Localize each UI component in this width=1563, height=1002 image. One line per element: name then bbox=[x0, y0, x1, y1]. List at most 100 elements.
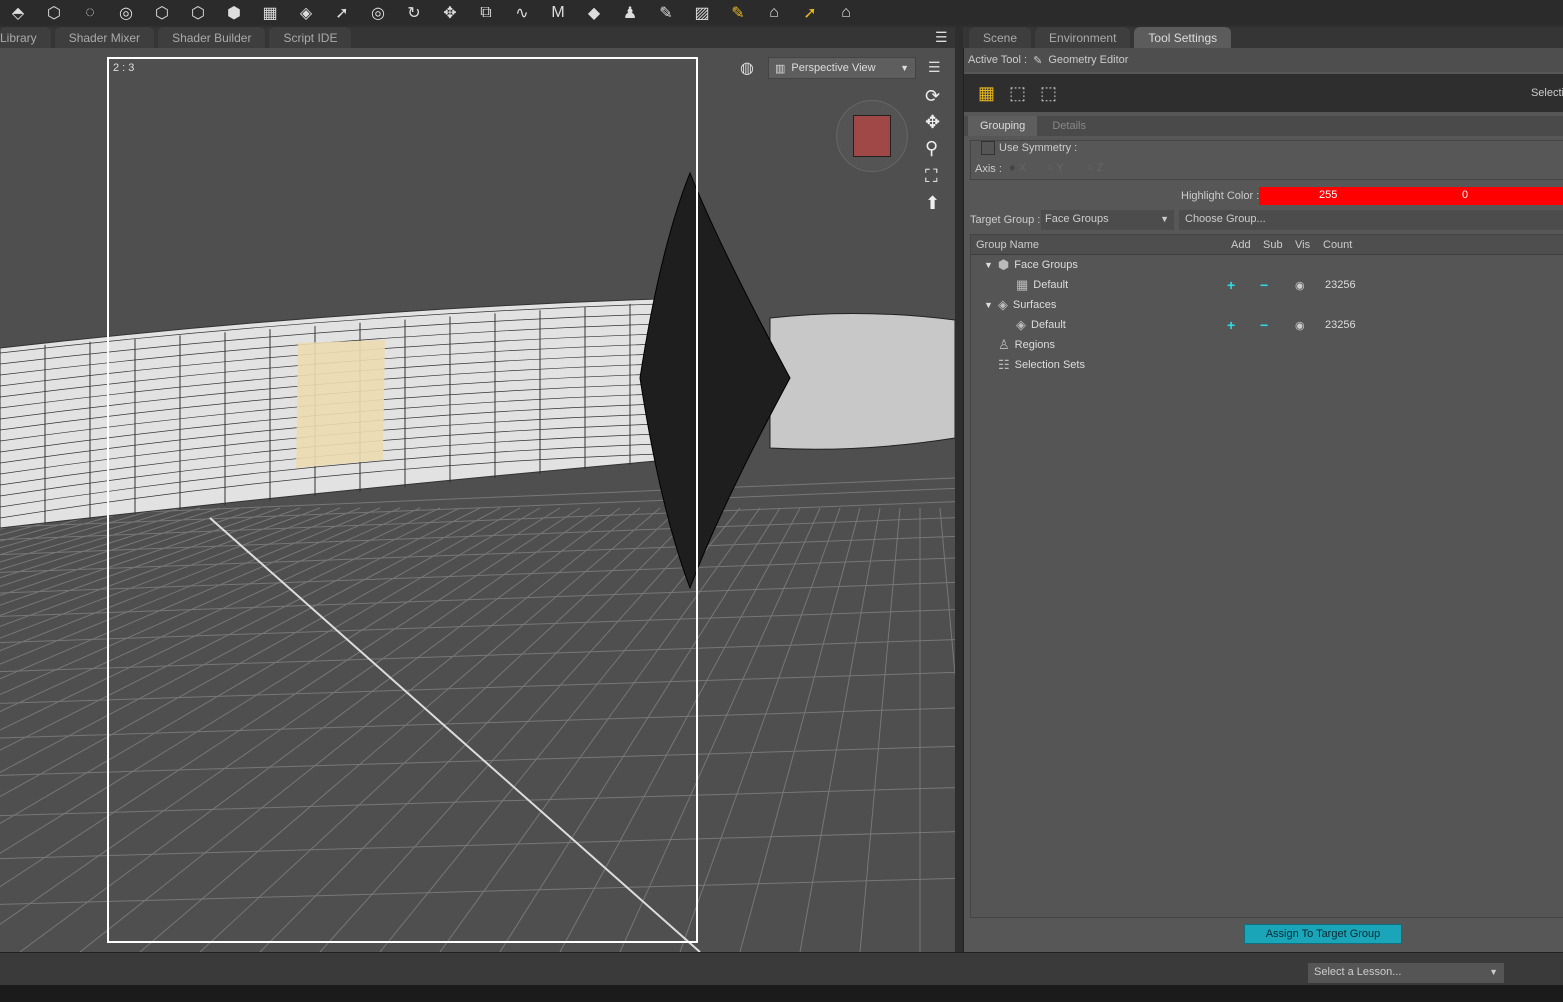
hatch-icon[interactable]: ▨ bbox=[684, 2, 720, 24]
surface-icon[interactable]: ◆ bbox=[576, 2, 612, 24]
axis-z-radio[interactable]: ○ Z bbox=[1087, 162, 1103, 174]
geometry-editor-icon[interactable]: ✎ bbox=[720, 2, 756, 24]
col-sub[interactable]: Sub bbox=[1263, 239, 1283, 251]
sub-button[interactable]: − bbox=[1260, 317, 1268, 333]
tree-row[interactable]: ◈ Default + − ◉ 23256 bbox=[971, 315, 1561, 335]
add-button[interactable]: + bbox=[1227, 277, 1235, 293]
assign-to-target-group-button[interactable]: Assign To Target Group bbox=[1244, 924, 1402, 944]
grid-icon[interactable]: ▦ bbox=[252, 2, 288, 24]
tab-scene[interactable]: Scene bbox=[969, 27, 1032, 48]
use-symmetry-checkbox[interactable] bbox=[981, 141, 995, 155]
table-header: Group Name Add Sub Vis Count bbox=[971, 235, 1563, 255]
visibility-eye-icon[interactable]: ◉ bbox=[1295, 279, 1305, 292]
node-select-icon[interactable]: ⬘ bbox=[0, 2, 36, 24]
col-vis[interactable]: Vis bbox=[1295, 239, 1310, 251]
translate-tool-icon[interactable]: ◎ bbox=[108, 2, 144, 24]
floor-grid-line bbox=[939, 507, 955, 675]
expand-arrow-icon[interactable]: ▼ bbox=[984, 260, 993, 270]
col-count[interactable]: Count bbox=[1323, 239, 1352, 251]
tab-shader-mixer[interactable]: Shader Mixer bbox=[54, 27, 155, 48]
tree-label: Face Groups bbox=[1014, 259, 1078, 271]
col-add[interactable]: Add bbox=[1231, 239, 1251, 251]
tab-shader-builder[interactable]: Shader Builder bbox=[158, 27, 266, 48]
tab-script-ide[interactable]: Script IDE bbox=[269, 27, 352, 48]
tree-row[interactable]: ♙ Regions bbox=[971, 335, 1561, 355]
view-cube[interactable] bbox=[836, 100, 908, 172]
handle bbox=[769, 312, 955, 450]
lesson-dropdown[interactable]: Select a Lesson... ▼ bbox=[1308, 963, 1504, 983]
zoom-icon[interactable]: ⚲ bbox=[925, 138, 938, 159]
bone-icon[interactable]: ∿ bbox=[504, 2, 540, 24]
sub-button[interactable]: − bbox=[1260, 277, 1268, 293]
universal-tool-icon[interactable]: ⬡ bbox=[36, 2, 72, 24]
3d-viewport[interactable]: 2 : 3 ◍ ▥ Perspective View ▼ ☰ ⟳ ✥ ⚲ ⛶ ⬆ bbox=[0, 48, 955, 952]
rotate-icon[interactable]: ↻ bbox=[396, 2, 432, 24]
lasso-select-icon[interactable]: ⬚ bbox=[1040, 83, 1057, 104]
rotate-tool-icon[interactable]: ◌ bbox=[72, 2, 108, 24]
axis-label: Axis : bbox=[975, 163, 1002, 175]
cube-icon: ⬢ bbox=[997, 257, 1010, 272]
pan-icon[interactable]: ✥ bbox=[925, 112, 940, 133]
pane-menu-icon[interactable]: ☰ bbox=[935, 29, 948, 46]
highlight-green-value: 0 bbox=[1462, 189, 1469, 201]
visibility-eye-icon[interactable]: ◉ bbox=[1295, 319, 1305, 332]
choose-group-field[interactable]: Choose Group... bbox=[1179, 210, 1563, 230]
joint-icon[interactable]: ⬡ bbox=[180, 2, 216, 24]
count-value: 23256 bbox=[1325, 319, 1356, 331]
selection-set-icon: ☷ bbox=[998, 357, 1010, 372]
view-dropdown[interactable]: ▥ Perspective View ▼ bbox=[768, 57, 916, 79]
target-group-dropdown[interactable]: Face Groups ▼ bbox=[1041, 210, 1174, 230]
tab-details[interactable]: Details bbox=[1040, 116, 1098, 136]
axis-y-radio[interactable]: ○ Y bbox=[1047, 162, 1064, 174]
selection-label: Selecti bbox=[1530, 87, 1563, 99]
add-button[interactable]: + bbox=[1227, 317, 1235, 333]
camera-icon[interactable]: ⌂ bbox=[756, 2, 792, 24]
chevron-down-icon: ▼ bbox=[1489, 967, 1498, 977]
camera-select-icon[interactable]: ◍ bbox=[740, 58, 754, 78]
tab-tool-settings[interactable]: Tool Settings bbox=[1134, 27, 1232, 48]
frame-icon[interactable]: ⛶ bbox=[925, 166, 938, 187]
orbit-icon[interactable]: ◈ bbox=[288, 2, 324, 24]
scale-icon[interactable]: ⧉ bbox=[468, 2, 504, 24]
chevron-down-icon: ▼ bbox=[1160, 214, 1169, 224]
tab-library[interactable]: Library bbox=[0, 27, 51, 48]
tree-row[interactable]: ☷ Selection Sets bbox=[971, 355, 1561, 375]
pose-tool-icon[interactable]: ⬡ bbox=[144, 2, 180, 24]
col-group-name[interactable]: Group Name bbox=[976, 239, 1039, 251]
select-all-icon[interactable]: ▦ bbox=[978, 83, 995, 104]
reset-view-icon[interactable]: ⬆ bbox=[925, 193, 940, 214]
active-tool-value: Geometry Editor bbox=[1048, 54, 1129, 66]
orbit-icon[interactable]: ⟳ bbox=[925, 86, 940, 107]
geometry-editor-icon: ✎ bbox=[1033, 54, 1043, 67]
axis-x-radio[interactable]: ● X bbox=[1009, 162, 1026, 174]
surface-icon: ◈ bbox=[997, 297, 1008, 312]
figure-icon[interactable]: ♟ bbox=[612, 2, 648, 24]
rect-select-icon[interactable]: ⬚ bbox=[1009, 83, 1026, 104]
target-group-label: Target Group : bbox=[970, 214, 1041, 226]
viewport-menu-icon[interactable]: ☰ bbox=[928, 59, 941, 76]
expand-arrow-icon[interactable]: ▼ bbox=[984, 300, 993, 310]
highlight-red-value: 255 bbox=[1319, 189, 1338, 201]
tab-grouping[interactable]: Grouping bbox=[968, 116, 1038, 136]
highlight-pointer-icon[interactable]: ➚ bbox=[792, 2, 828, 24]
highlight-color-field[interactable]: 255 0 bbox=[1259, 187, 1563, 205]
chevron-down-icon: ▼ bbox=[900, 63, 909, 73]
region-icon: ♙ bbox=[998, 337, 1010, 352]
render-icon[interactable]: ⌂ bbox=[828, 2, 864, 24]
os-taskbar bbox=[0, 985, 1563, 1002]
move-icon[interactable]: ✥ bbox=[432, 2, 468, 24]
aspect-label: 2 : 3 bbox=[113, 62, 135, 74]
floor-grid-line bbox=[799, 507, 881, 952]
tree-row[interactable]: ▦ Default + − ◉ 23256 bbox=[971, 275, 1561, 295]
highlight-color-label: Highlight Color : bbox=[1181, 190, 1260, 202]
tree-row[interactable]: ▼ ◈ Surfaces bbox=[971, 295, 1561, 315]
tab-environment[interactable]: Environment bbox=[1035, 27, 1131, 48]
floor-grid-line bbox=[739, 507, 861, 952]
spin-icon[interactable]: ◎ bbox=[360, 2, 396, 24]
primitive-icon[interactable]: ⬢ bbox=[216, 2, 252, 24]
brush-icon[interactable]: ✎ bbox=[648, 2, 684, 24]
pointer-icon[interactable]: ➚ bbox=[324, 2, 360, 24]
active-tool-label: Active Tool : bbox=[968, 54, 1028, 66]
morph-icon[interactable]: M bbox=[540, 2, 576, 24]
tree-row[interactable]: ▼ ⬢ Face Groups bbox=[971, 255, 1561, 275]
